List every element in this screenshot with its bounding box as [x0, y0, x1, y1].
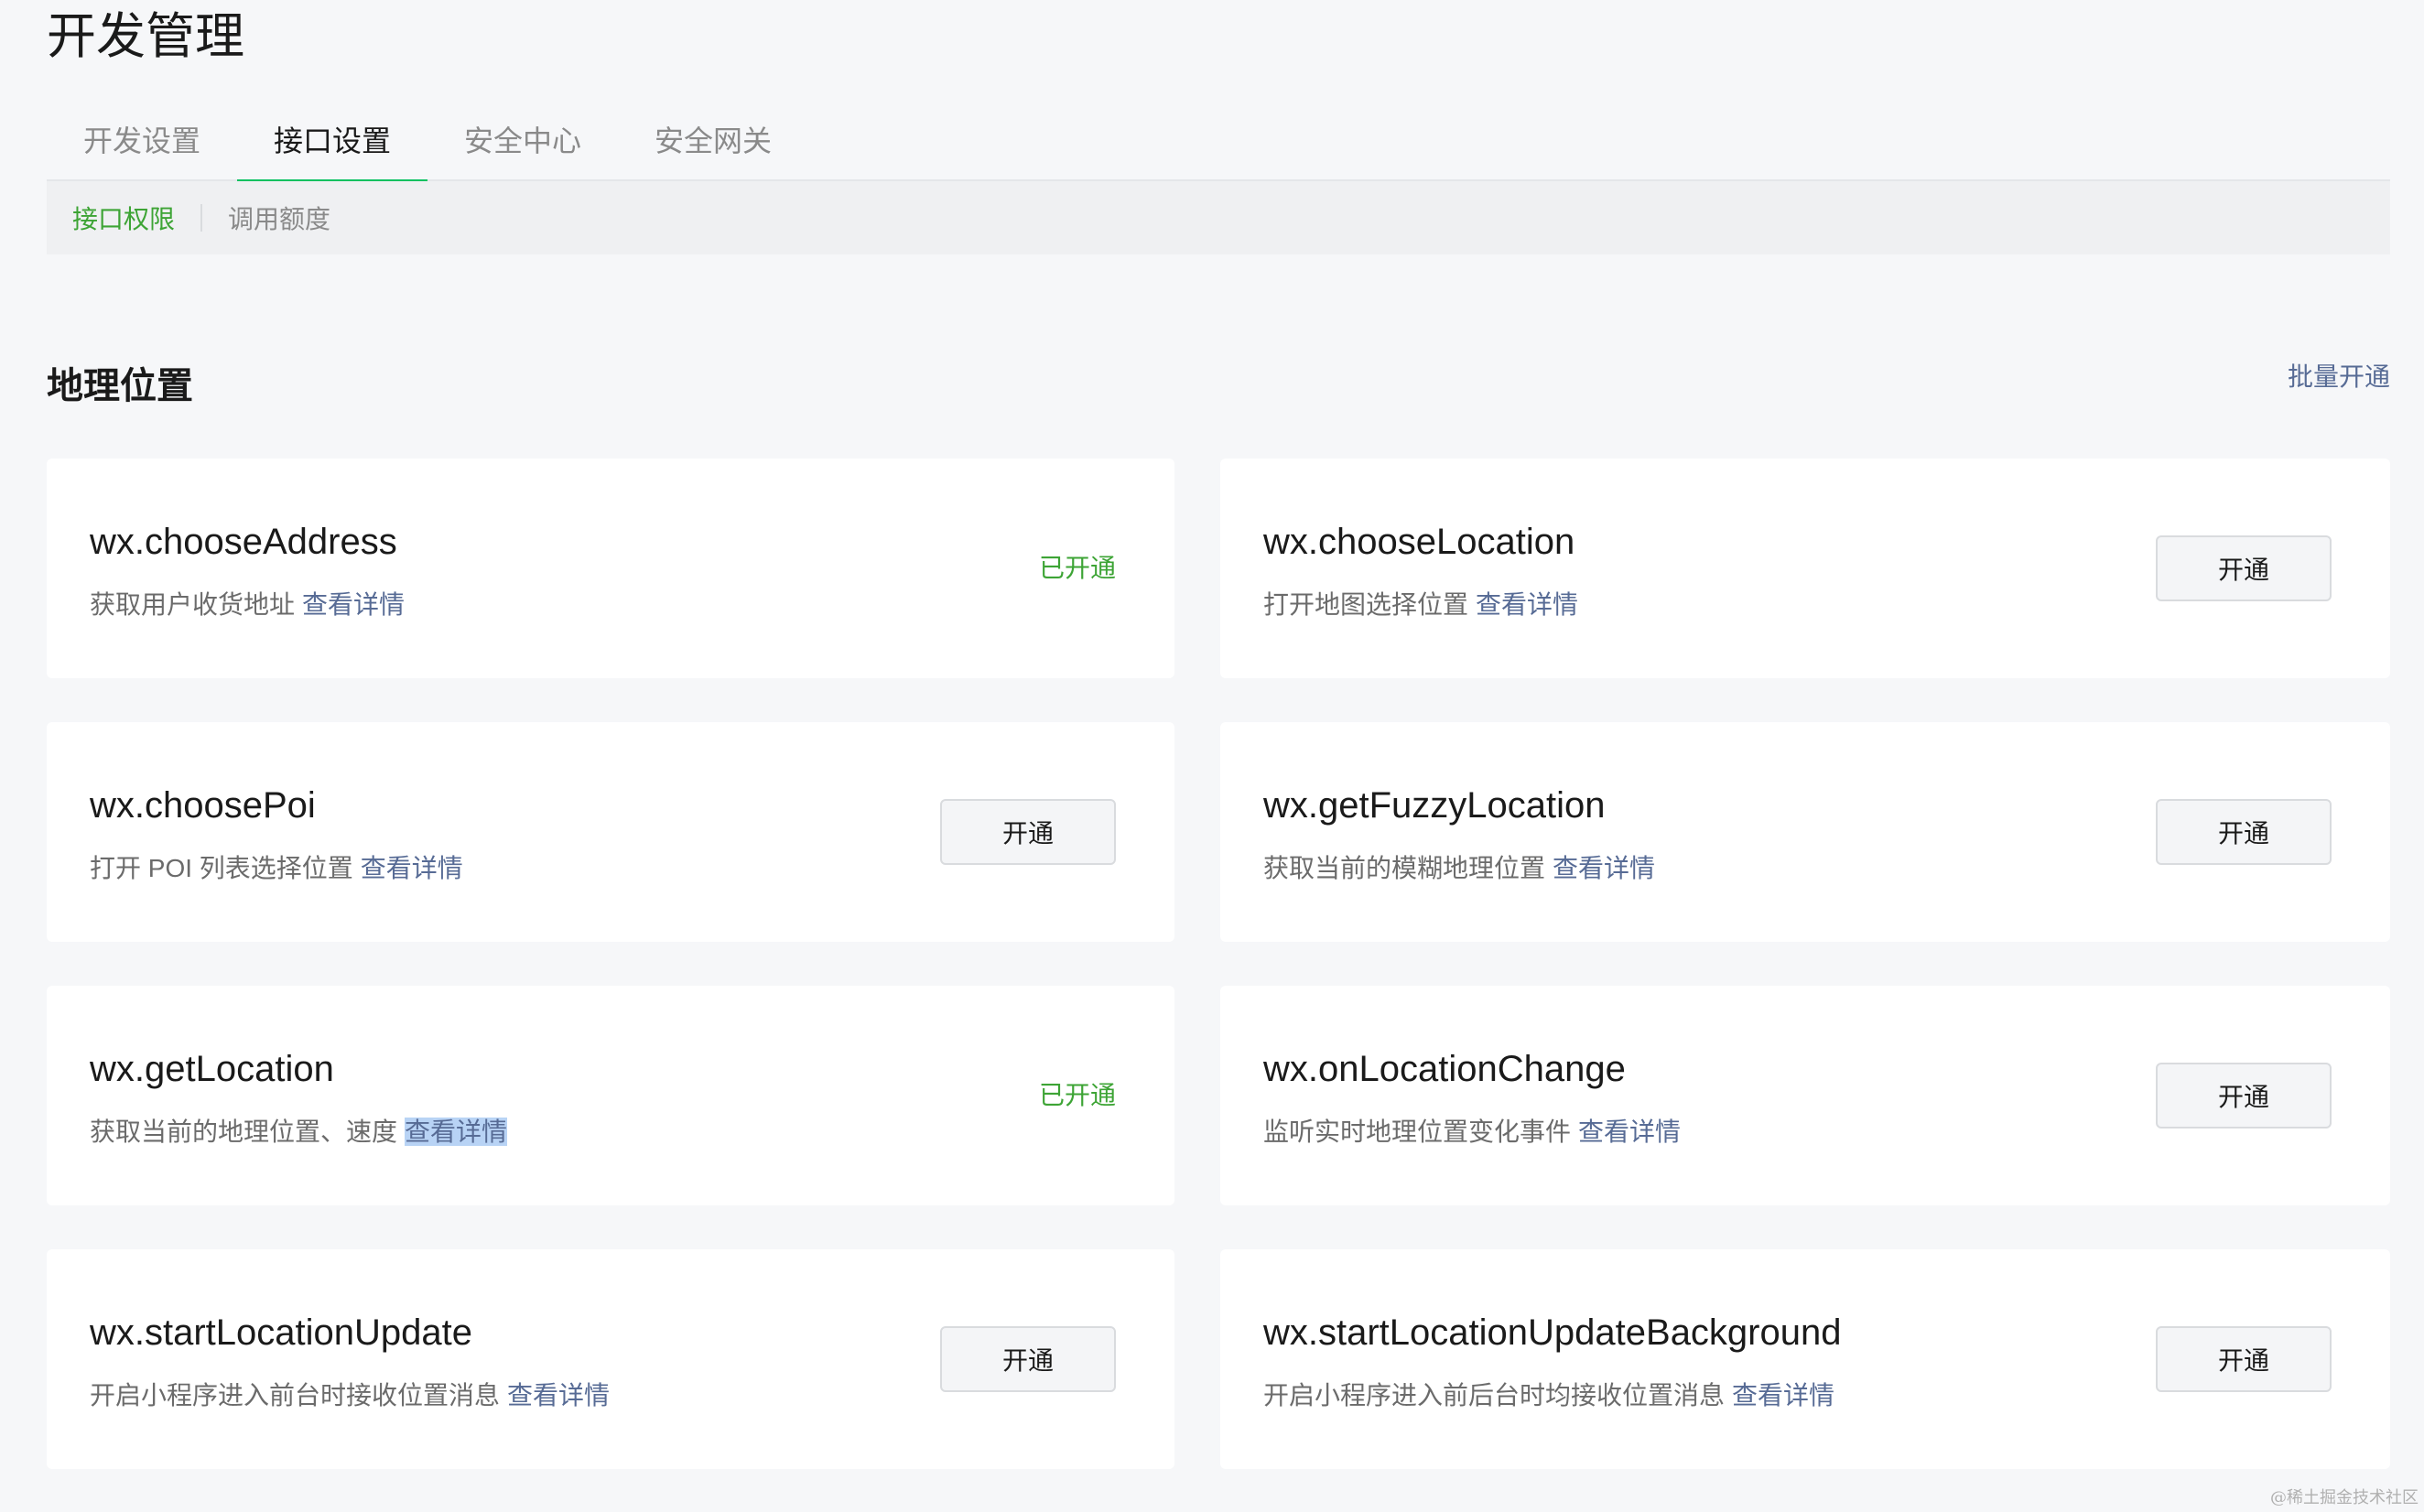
section-title: 地理位置: [47, 366, 193, 406]
api-name: wx.chooseAddress: [90, 522, 397, 562]
view-details-link[interactable]: 查看详情: [361, 854, 463, 882]
api-description: 开启小程序进入前后台时均接收位置消息 查看详情: [1263, 1377, 1834, 1414]
api-description: 打开 POI 列表选择位置 查看详情: [90, 850, 463, 887]
tab-security-gateway[interactable]: 安全网关: [618, 110, 808, 181]
api-name: wx.startLocationUpdateBackground: [1263, 1312, 1842, 1353]
api-name: wx.getFuzzyLocation: [1263, 785, 1606, 826]
open-button[interactable]: 开通: [2156, 535, 2332, 601]
open-button[interactable]: 开通: [2156, 799, 2332, 865]
view-details-link[interactable]: 查看详情: [1732, 1381, 1834, 1409]
opened-status: 已开通: [1038, 1081, 1116, 1109]
api-description-text: 获取当前的地理位置、速度: [90, 1118, 398, 1146]
sub-tabs: 接口权限 调用额度: [47, 181, 2390, 254]
open-button[interactable]: 开通: [2156, 1326, 2332, 1392]
api-name: wx.chooseLocation: [1263, 522, 1575, 562]
batch-open-link[interactable]: 批量开通: [2288, 359, 2390, 395]
api-description: 监听实时地理位置变化事件 查看详情: [1263, 1114, 1681, 1150]
view-details-link[interactable]: 查看详情: [1578, 1118, 1681, 1146]
api-card: wx.choosePoi 打开 POI 列表选择位置 查看详情 开通: [47, 722, 1174, 942]
api-name: wx.choosePoi: [90, 785, 316, 826]
api-description-text: 开启小程序进入前台时接收位置消息: [90, 1381, 501, 1409]
api-description-text: 获取当前的模糊地理位置: [1263, 854, 1546, 882]
tab-api-settings[interactable]: 接口设置: [237, 110, 428, 183]
view-details-link[interactable]: 查看详情: [507, 1381, 610, 1409]
api-description: 获取当前的模糊地理位置 查看详情: [1263, 850, 1655, 887]
open-button[interactable]: 开通: [940, 799, 1116, 865]
api-description: 获取用户收货地址 查看详情: [90, 587, 405, 623]
api-description-text: 打开 POI 列表选择位置: [90, 854, 353, 882]
view-details-link[interactable]: 查看详情: [302, 590, 405, 619]
api-card: wx.getFuzzyLocation 获取当前的模糊地理位置 查看详情 开通: [1220, 722, 2390, 942]
open-button[interactable]: 开通: [940, 1326, 1116, 1392]
opened-status: 已开通: [1038, 554, 1116, 582]
api-card: wx.startLocationUpdateBackground 开启小程序进入…: [1220, 1249, 2390, 1469]
api-description-text: 获取用户收货地址: [90, 590, 296, 619]
api-name: wx.startLocationUpdate: [90, 1312, 473, 1353]
api-description: 获取当前的地理位置、速度 查看详情: [90, 1114, 508, 1150]
tab-dev-settings[interactable]: 开发设置: [47, 110, 237, 181]
api-card: wx.onLocationChange 监听实时地理位置变化事件 查看详情 开通: [1220, 986, 2390, 1205]
api-card: wx.chooseAddress 获取用户收货地址 查看详情 已开通: [47, 459, 1174, 678]
api-name: wx.onLocationChange: [1263, 1049, 1626, 1089]
main-tabs: 开发设置 接口设置 安全中心 安全网关: [47, 110, 2390, 183]
page-title: 开发管理: [47, 9, 244, 64]
api-description: 开启小程序进入前台时接收位置消息 查看详情: [90, 1377, 610, 1414]
open-button[interactable]: 开通: [2156, 1063, 2332, 1129]
api-card: wx.startLocationUpdate 开启小程序进入前台时接收位置消息查…: [47, 1249, 1174, 1469]
api-description-text: 开启小程序进入前后台时均接收位置消息: [1263, 1381, 1726, 1409]
api-description-text: 监听实时地理位置变化事件: [1263, 1118, 1572, 1146]
api-name: wx.getLocation: [90, 1049, 334, 1089]
subtab-api-permissions[interactable]: 接口权限: [72, 200, 175, 236]
view-details-link[interactable]: 查看详情: [1553, 854, 1655, 882]
dev-management-page: 开发管理 开发设置 接口设置 安全中心 安全网关 接口权限 调用额度 地理位置 …: [0, 0, 2424, 1512]
api-description: 打开地图选择位置 查看详情: [1263, 587, 1578, 623]
api-card: wx.chooseLocation 打开地图选择位置 查看详情 开通: [1220, 459, 2390, 678]
view-details-link[interactable]: 查看详情: [1476, 590, 1578, 619]
view-details-link[interactable]: 查看详情: [405, 1118, 508, 1146]
subtab-call-quota[interactable]: 调用额度: [228, 200, 330, 236]
subtab-divider: [200, 204, 203, 232]
tab-security-center[interactable]: 安全中心: [427, 110, 618, 181]
api-description-text: 打开地图选择位置: [1263, 590, 1469, 619]
api-card: wx.getLocation 获取当前的地理位置、速度 查看详情 已开通: [47, 986, 1174, 1205]
watermark: @稀土掘金技术社区: [2270, 1488, 2419, 1507]
